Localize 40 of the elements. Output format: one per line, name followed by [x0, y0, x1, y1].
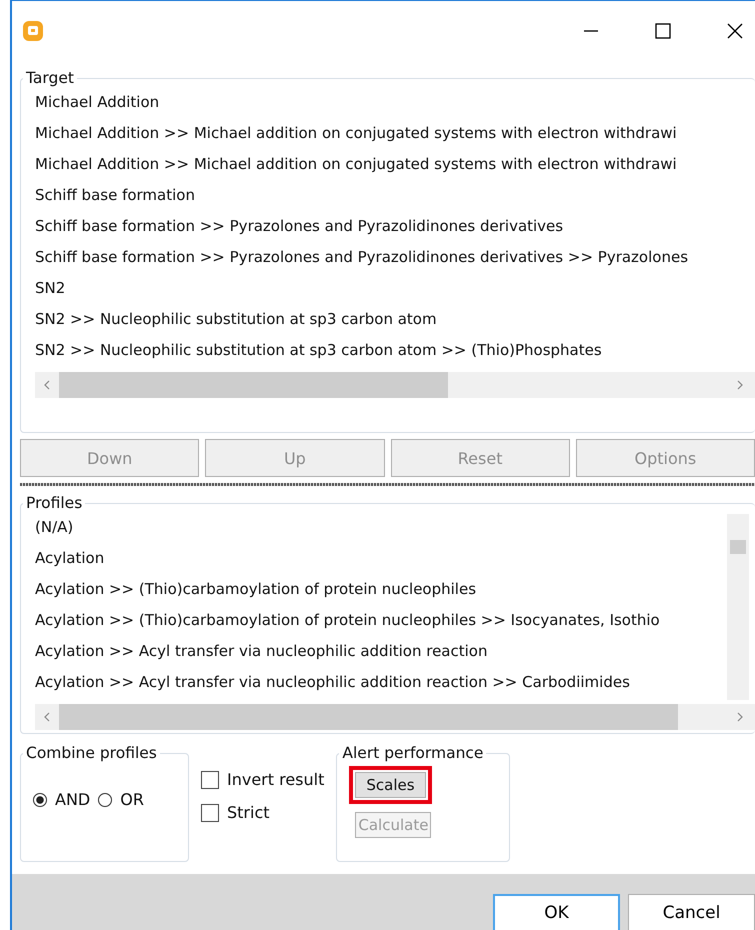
radio-label: AND — [55, 790, 90, 809]
checkbox-label: Invert result — [227, 770, 324, 789]
group-title: Target — [25, 69, 75, 87]
list-item[interactable]: Acylation >> Acyl transfer via nucleophilic addition reaction >> Carbodiimides — [33, 669, 727, 700]
list-item[interactable]: Michael Addition >> Michael addition on conjugated systems with electron withdrawi — [33, 120, 755, 151]
scroll-left-icon[interactable] — [44, 712, 50, 722]
list-item[interactable]: Schiff base formation >> Pyrazolones and Pyrazolidinones derivatives — [33, 213, 755, 244]
horizontal-scrollbar[interactable] — [35, 704, 755, 730]
group-title: Combine profiles — [25, 744, 158, 762]
scroll-right-icon[interactable] — [737, 380, 743, 390]
list-item[interactable]: SN2 — [33, 275, 755, 306]
checkbox[interactable] — [201, 770, 219, 788]
horizontal-scrollbar[interactable] — [35, 372, 755, 398]
performance-button[interactable]: Scales — [355, 772, 426, 798]
checkbox-label: Strict — [227, 803, 270, 822]
list-item[interactable]: Michael Addition >> Michael addition on conjugated systems with electron withdrawi — [33, 151, 755, 182]
list-item[interactable]: (N/A) — [33, 514, 727, 545]
list-item[interactable]: Michael Addition — [33, 89, 755, 120]
scroll-left-icon[interactable] — [44, 380, 50, 390]
checkbox[interactable] — [201, 804, 219, 822]
close-icon[interactable] — [727, 23, 743, 39]
vertical-scrollbar[interactable] — [727, 514, 749, 700]
group-title: Profiles — [25, 494, 84, 512]
list-item[interactable]: SN2 >> Nucleophilic substitution at sp3 carbon atom — [33, 306, 755, 337]
list-item[interactable]: Schiff base formation — [33, 182, 755, 213]
list-item[interactable]: Acylation — [33, 545, 727, 576]
list-item[interactable]: Acylation >> (Thio)carbamoylation of protein nucleophiles — [33, 576, 727, 607]
group-title: Alert performance — [341, 744, 484, 762]
dialog-button[interactable]: Cancel — [628, 894, 755, 930]
radio-label: OR — [120, 790, 144, 809]
scroll-right-icon[interactable] — [737, 712, 743, 722]
list-item[interactable]: Schiff base formation >> Pyrazolones and Pyrazolidinones derivatives >> Pyrazolones — [33, 244, 755, 275]
app-logo-icon — [22, 20, 44, 42]
radio-button[interactable] — [98, 792, 112, 806]
list-item[interactable]: Acylation >> (Thio)carbamoylation of protein nucleophiles >> Isocyanates, Isothio — [33, 607, 727, 638]
radio-button[interactable] — [33, 792, 47, 806]
list-item[interactable]: SN2 >> Nucleophilic substitution at sp3 carbon atom >> (Thio)Phosphates — [33, 337, 755, 368]
list-item[interactable]: Acylation >> Acyl transfer via nucleophilic addition reaction — [33, 638, 727, 669]
maximize-icon[interactable] — [655, 23, 671, 39]
dialog-button[interactable]: OK — [493, 894, 620, 930]
